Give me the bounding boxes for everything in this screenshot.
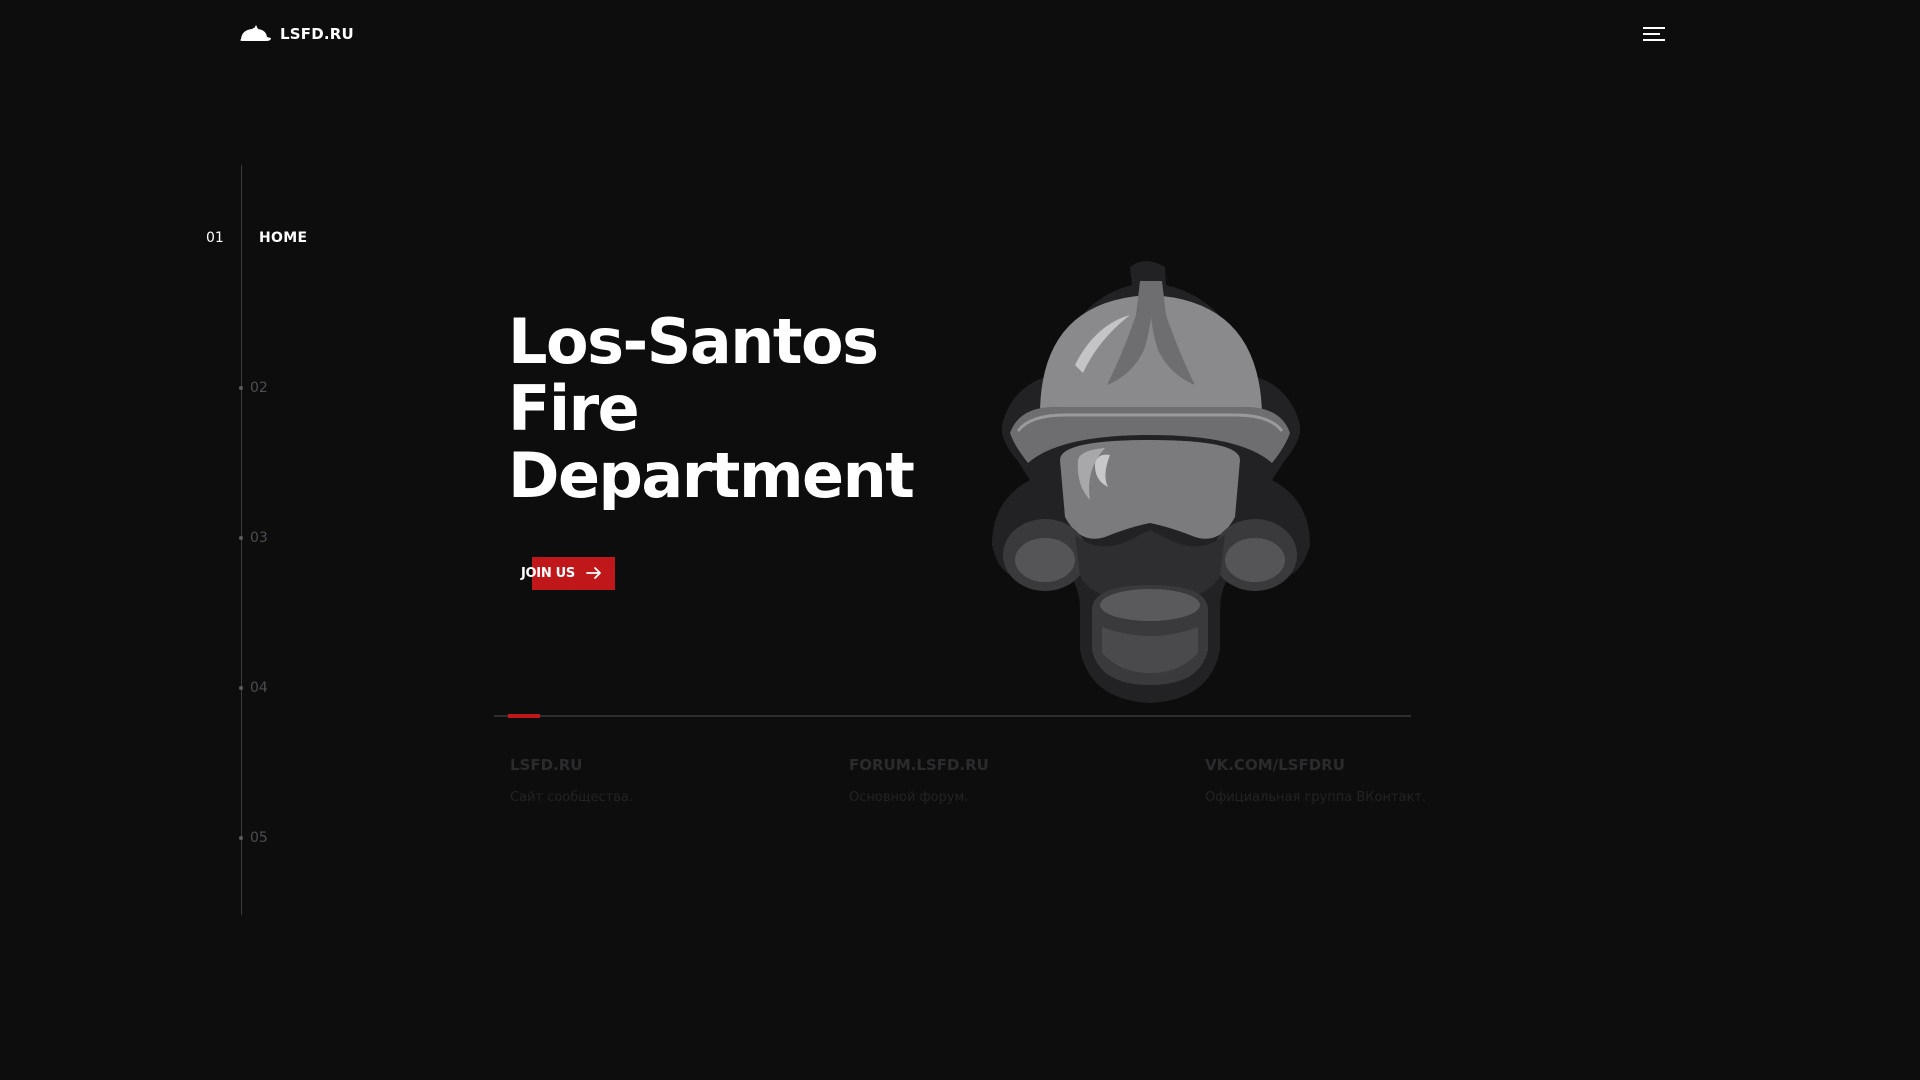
side-nav-dot [239, 836, 243, 840]
link-lsfd[interactable]: LSFD.RU Сайт сообщества. [510, 756, 633, 805]
link-description: Основной форум. [849, 790, 969, 805]
side-nav-number: 01 [206, 230, 224, 246]
side-nav-dot [239, 686, 243, 690]
link-title: LSFD.RU [510, 756, 583, 774]
join-us-label: JOIN US [521, 566, 575, 581]
side-nav-dot [239, 536, 243, 540]
link-description: Официальная группа ВКонтакт. [1205, 790, 1427, 805]
hero-title-line: Los-Santos [508, 305, 879, 378]
fire-helmet-icon [240, 25, 271, 41]
logo-text: LSFD.RU [280, 25, 354, 43]
progress-fill [508, 714, 541, 718]
side-nav-label: HOME [259, 230, 308, 246]
link-description: Сайт сообщества. [510, 790, 633, 805]
link-title: FORUM.LSFD.RU [849, 756, 989, 774]
hamburger-menu-icon [1643, 27, 1665, 41]
hero-title: Los-Santos Fire Department [508, 305, 915, 512]
progress-track [494, 714, 1411, 718]
side-nav-number: 05 [250, 830, 268, 846]
menu-button[interactable] [1640, 22, 1668, 46]
hero-title-line: Fire [508, 372, 640, 445]
side-nav-dot [239, 386, 243, 390]
link-vk[interactable]: VK.COM/LSFDRU Официальная группа ВКонтак… [1205, 756, 1426, 805]
arrow-right-icon [586, 567, 601, 579]
site-logo[interactable]: LSFD.RU [238, 24, 354, 44]
hero-title-line: Department [508, 439, 915, 512]
side-nav-number: 02 [250, 380, 268, 396]
side-nav-number: 03 [250, 530, 268, 546]
firefighter-helmet-gas-mask-icon [992, 261, 1310, 703]
link-forum[interactable]: FORUM.LSFD.RU Основной форум. [849, 756, 989, 805]
side-nav-number: 04 [250, 680, 268, 696]
join-us-button[interactable]: JOIN US [521, 557, 615, 590]
side-nav-line [241, 165, 242, 915]
page: LSFD.RU 01 HOME 02 03 04 05 Los-Santos F… [0, 0, 1920, 1080]
link-title: VK.COM/LSFDRU [1205, 756, 1345, 774]
